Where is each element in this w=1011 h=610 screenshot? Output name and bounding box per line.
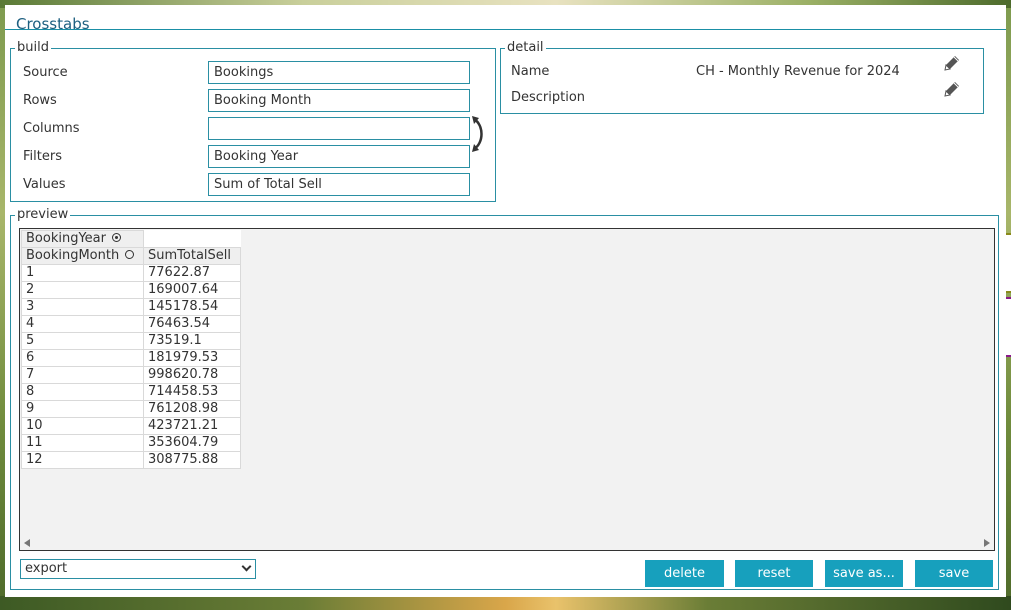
filters-label: Filters xyxy=(23,149,62,164)
table-row: 3 145178.54 xyxy=(21,298,241,316)
month-cell: 10 xyxy=(21,417,144,435)
values-label: Values xyxy=(23,177,66,192)
rows-label: Rows xyxy=(23,93,57,108)
row-header-label: BookingMonth xyxy=(26,248,120,263)
table-row: 10 423721.21 xyxy=(21,417,241,435)
chevron-down-icon xyxy=(241,561,252,572)
pivot-table: BookingYear BookingMonth SumTotalSell 17… xyxy=(21,230,241,469)
description-label: Description xyxy=(511,90,586,105)
value-cell: 308775.88 xyxy=(143,451,241,469)
month-cell: 1 xyxy=(21,264,144,282)
source-label: Source xyxy=(23,65,68,80)
radio-icon[interactable] xyxy=(111,233,121,242)
scroll-left-icon[interactable] xyxy=(24,539,30,547)
value-cell: 73519.1 xyxy=(143,332,241,350)
name-label: Name xyxy=(511,64,550,79)
filter-header-cell[interactable]: BookingYear xyxy=(21,230,144,248)
row-header-cell[interactable]: BookingMonth xyxy=(21,247,144,265)
month-cell: 5 xyxy=(21,332,144,350)
value-header-cell: SumTotalSell xyxy=(143,247,241,265)
pivot-grid: BookingYear BookingMonth SumTotalSell 17… xyxy=(19,228,995,551)
month-cell: 3 xyxy=(21,298,144,316)
source-field[interactable]: Bookings xyxy=(208,61,470,84)
table-row: 11 353604.79 xyxy=(21,434,241,452)
empty-cell xyxy=(144,231,241,248)
month-cell: 12 xyxy=(21,451,144,469)
columns-field[interactable] xyxy=(208,117,470,140)
month-cell: 6 xyxy=(21,349,144,367)
reset-button[interactable]: reset xyxy=(735,560,813,587)
month-cell: 7 xyxy=(21,366,144,384)
filter-header-row: BookingYear xyxy=(21,230,241,248)
name-value: CH - Monthly Revenue for 2024 xyxy=(696,64,900,79)
delete-button[interactable]: delete xyxy=(645,560,724,587)
value-cell: 423721.21 xyxy=(143,417,241,435)
month-cell: 2 xyxy=(21,281,144,299)
detail-legend: detail xyxy=(507,40,544,55)
filter-header-label: BookingYear xyxy=(26,231,106,246)
values-field[interactable]: Sum of Total Sell xyxy=(208,173,470,196)
preview-legend: preview xyxy=(17,207,69,222)
edit-name-pencil-icon[interactable] xyxy=(943,54,961,72)
value-cell: 353604.79 xyxy=(143,434,241,452)
edit-description-pencil-icon[interactable] xyxy=(943,80,961,98)
value-cell: 77622.87 xyxy=(143,264,241,282)
value-cell: 181979.53 xyxy=(143,349,241,367)
value-cell: 76463.54 xyxy=(143,315,241,333)
table-row: 4 76463.54 xyxy=(21,315,241,333)
value-cell: 169007.64 xyxy=(143,281,241,299)
table-row: 8 714458.53 xyxy=(21,383,241,401)
export-select-value: export xyxy=(25,561,68,576)
filters-field[interactable]: Booking Year xyxy=(208,145,470,168)
table-row: 1 77622.87 xyxy=(21,264,241,282)
columns-label: Columns xyxy=(23,121,80,136)
rows-field[interactable]: Booking Month xyxy=(208,89,470,112)
save-as-button[interactable]: save as... xyxy=(825,560,903,587)
scroll-right-icon[interactable] xyxy=(984,539,990,547)
value-cell: 998620.78 xyxy=(143,366,241,384)
month-cell: 9 xyxy=(21,400,144,418)
month-cell: 8 xyxy=(21,383,144,401)
month-cell: 11 xyxy=(21,434,144,452)
table-row: 6 181979.53 xyxy=(21,349,241,367)
value-cell: 714458.53 xyxy=(143,383,241,401)
crosstabs-window: Crosstabs build Source Bookings Rows Boo… xyxy=(5,5,1006,597)
export-select[interactable]: export xyxy=(20,559,256,579)
radio-icon[interactable] xyxy=(125,250,135,259)
background-bottom xyxy=(0,596,1011,610)
table-row: 12 308775.88 xyxy=(21,451,241,469)
month-cell: 4 xyxy=(21,315,144,333)
build-legend: build xyxy=(17,40,49,55)
title-bar: Crosstabs xyxy=(5,5,1006,33)
window-title: Crosstabs xyxy=(16,15,90,33)
column-header-row: BookingMonth SumTotalSell xyxy=(21,247,241,265)
swap-arrows-icon[interactable] xyxy=(470,115,488,155)
save-button[interactable]: save xyxy=(915,560,993,587)
value-cell: 145178.54 xyxy=(143,298,241,316)
value-cell: 761208.98 xyxy=(143,400,241,418)
horizontal-scrollbar[interactable] xyxy=(20,536,994,550)
table-row: 5 73519.1 xyxy=(21,332,241,350)
table-row: 7 998620.78 xyxy=(21,366,241,384)
table-row: 2 169007.64 xyxy=(21,281,241,299)
table-row: 9 761208.98 xyxy=(21,400,241,418)
